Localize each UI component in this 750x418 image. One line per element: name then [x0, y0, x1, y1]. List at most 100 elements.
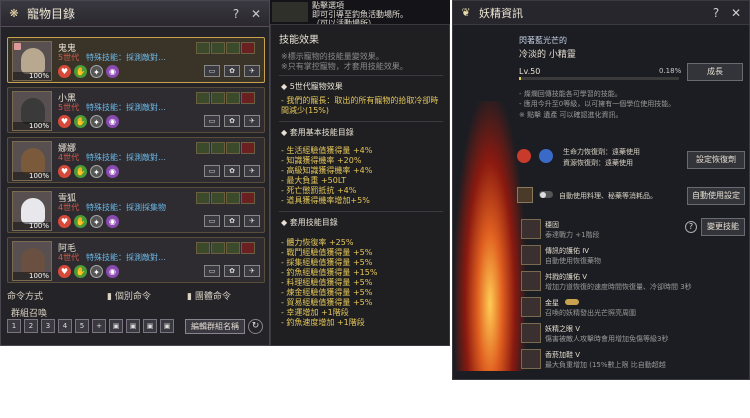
follow-icon[interactable]: ✦ [90, 65, 103, 78]
auto-use-setting-button[interactable]: 自動使用設定 [687, 187, 745, 205]
pet-card[interactable]: 100% 鬼鬼 5世代 特殊技能：採測敵對… ♥ ✋ ✦ ◉ ▭ ✿ ✈ [7, 37, 265, 83]
group-1-button[interactable]: 1 [7, 319, 21, 333]
close-button[interactable]: ✕ [729, 6, 743, 20]
loot-icon[interactable]: ✋ [74, 115, 87, 128]
spirit-name: 冷淡的 小精靈 [519, 50, 576, 60]
food-icon[interactable]: ▭ [204, 115, 220, 127]
spirit-window-header[interactable]: ❦ 妖精資訊 ? ✕ [453, 1, 749, 25]
feed-icon[interactable]: ♥ [58, 215, 71, 228]
pet-card[interactable]: 100% 小黑 5世代 特殊技能：採測敵對… ♥ ✋ ✦ ◉ ▭ ✿ ✈ [7, 87, 265, 133]
spirit-desc: - 燦爛回傳技能各可學習的技能。 [519, 90, 622, 98]
pet-hunger: 100% [13, 72, 51, 80]
paw-print-icon[interactable]: ✿ [224, 215, 240, 227]
feed-icon[interactable]: ♥ [58, 265, 71, 278]
food-icon[interactable]: ▭ [204, 265, 220, 277]
change-skill-button[interactable]: 變更技能 [701, 218, 745, 236]
pet-generation: 5世代 [58, 53, 80, 62]
spirit-skill-desc: 最大負重增加 (15%數上限 比自動超越 [545, 361, 666, 369]
release-icon[interactable]: ✈ [244, 65, 260, 77]
lock-icon: ▣ [109, 319, 123, 333]
group-command-toggle[interactable]: ▮ 團體命令 [187, 289, 231, 302]
food-icon[interactable]: ▭ [204, 65, 220, 77]
pet-special-skill: 特殊技能：採測敵對… [86, 103, 166, 112]
pet-window-header[interactable]: ❋ 寵物目錄 ? ✕ [1, 1, 269, 27]
tooltip-section-header: ◆ 5世代寵物效果 [281, 82, 343, 91]
loot-icon[interactable]: ✋ [74, 65, 87, 78]
loot-icon[interactable]: ✋ [74, 265, 87, 278]
individual-command-label: 個別命令 [114, 292, 151, 302]
spirit-skill-desc: 傷害被敵人攻擊時會用增加免傷等級3秒 [545, 335, 669, 343]
spirit-skill-desc: 泰達戰力 +1階段 [545, 231, 600, 239]
group-command-label: 團體命令 [194, 292, 231, 302]
event-banner[interactable]: 點擊選項 即可引導至釣魚活動場所。 （可以活動場所） [270, 0, 450, 28]
release-icon[interactable]: ✈ [244, 115, 260, 127]
paw-print-icon[interactable]: ✿ [224, 265, 240, 277]
release-icon[interactable]: ✈ [244, 265, 260, 277]
spirit-desc: ※ 點擊 遺產 可以確認進化資訊。 [519, 111, 623, 119]
command-mode-label: 命令方式 [7, 292, 44, 302]
rename-group-button[interactable]: 編輯群組名稱 [185, 319, 245, 334]
group-4-button[interactable]: 4 [58, 319, 72, 333]
loot-icon[interactable]: ✋ [74, 165, 87, 178]
refresh-icon[interactable]: ↻ [248, 319, 263, 334]
grow-button[interactable]: 成長 [687, 63, 743, 81]
group-2-button[interactable]: 2 [24, 319, 38, 333]
food-icon[interactable]: ▭ [204, 165, 220, 177]
paw-print-icon[interactable]: ✿ [224, 165, 240, 177]
release-icon[interactable]: ✈ [244, 165, 260, 177]
group-number-row: 1 2 3 4 5 + ▣ ▣ ▣ ▣ [7, 319, 174, 333]
group-3-button[interactable]: 3 [41, 319, 55, 333]
spirit-skill-icon [521, 323, 541, 343]
paw-icon: ❋ [9, 6, 19, 20]
rank-gem-icon [14, 43, 21, 50]
pet-generation: 4世代 [58, 203, 80, 212]
feed-icon[interactable]: ♥ [58, 165, 71, 178]
hide-icon[interactable]: ◉ [106, 165, 119, 178]
skill-slot-icon [196, 142, 210, 154]
help-button[interactable]: ? [229, 7, 243, 21]
tooltip-effect-line: 間減少(15%) [281, 106, 330, 115]
add-group-icon[interactable]: + [92, 319, 106, 333]
group-5-button[interactable]: 5 [75, 319, 89, 333]
paw-print-icon[interactable]: ✿ [224, 115, 240, 127]
mp-potion-icon[interactable] [539, 149, 553, 163]
skill-slot-icon [241, 92, 255, 104]
loot-icon[interactable]: ✋ [74, 215, 87, 228]
pet-portrait: 100% [12, 241, 52, 281]
banner-line2: 即可引導至釣魚活動場所。 [312, 10, 408, 19]
spirit-skill-name: 穩固 [545, 221, 559, 229]
pet-special-skill: 特殊技能：採測敵對… [86, 53, 166, 62]
follow-icon[interactable]: ✦ [90, 215, 103, 228]
mouse-icon: ▮ [107, 292, 115, 302]
spirit-desc: - 應用今升至0等級，以可擁有一個學位使用技能。 [519, 100, 676, 108]
auto-use-toggle[interactable] [539, 191, 553, 198]
food-icon[interactable]: ▭ [204, 215, 220, 227]
pet-card[interactable]: 100% 娜娜 4世代 特殊技能：採測敵對… ♥ ✋ ✦ ◉ ▭ ✿ ✈ [7, 137, 265, 183]
pet-portrait: 100% [12, 41, 52, 81]
pet-card[interactable]: 100% 阿毛 4世代 特殊技能：採測敵對… ♥ ✋ ✦ ◉ ▭ ✿ ✈ [7, 237, 265, 283]
release-icon[interactable]: ✈ [244, 215, 260, 227]
close-button[interactable]: ✕ [249, 7, 263, 21]
paw-print-icon[interactable]: ✿ [224, 65, 240, 77]
light-toggle[interactable] [565, 299, 579, 305]
hide-icon[interactable]: ◉ [106, 115, 119, 128]
hide-icon[interactable]: ◉ [106, 65, 119, 78]
set-potion-button[interactable]: 設定恢復劑 [687, 151, 745, 169]
individual-command-toggle[interactable]: ▮ 個別命令 [107, 289, 187, 302]
skill-slot-icon [211, 42, 225, 54]
pet-hunger: 100% [13, 272, 51, 280]
spirit-skill-name: 香菸加鞋 V [545, 351, 581, 359]
tooltip-note: ※只有掌控寵物，才套用技能效果。 [281, 62, 408, 71]
help-button[interactable]: ? [709, 6, 723, 20]
feed-icon[interactable]: ♥ [58, 65, 71, 78]
feed-icon[interactable]: ♥ [58, 115, 71, 128]
pet-special-skill: 特殊技能：採測敵對… [86, 253, 166, 262]
hide-icon[interactable]: ◉ [106, 265, 119, 278]
follow-icon[interactable]: ✦ [90, 165, 103, 178]
hp-potion-icon[interactable] [517, 149, 531, 163]
hide-icon[interactable]: ◉ [106, 215, 119, 228]
follow-icon[interactable]: ✦ [90, 115, 103, 128]
help-circle-icon[interactable]: ? [685, 221, 697, 233]
pet-card[interactable]: 100% 雪狐 4世代 特殊技能：採測採集物 ♥ ✋ ✦ ◉ ▭ ✿ ✈ [7, 187, 265, 233]
follow-icon[interactable]: ✦ [90, 265, 103, 278]
